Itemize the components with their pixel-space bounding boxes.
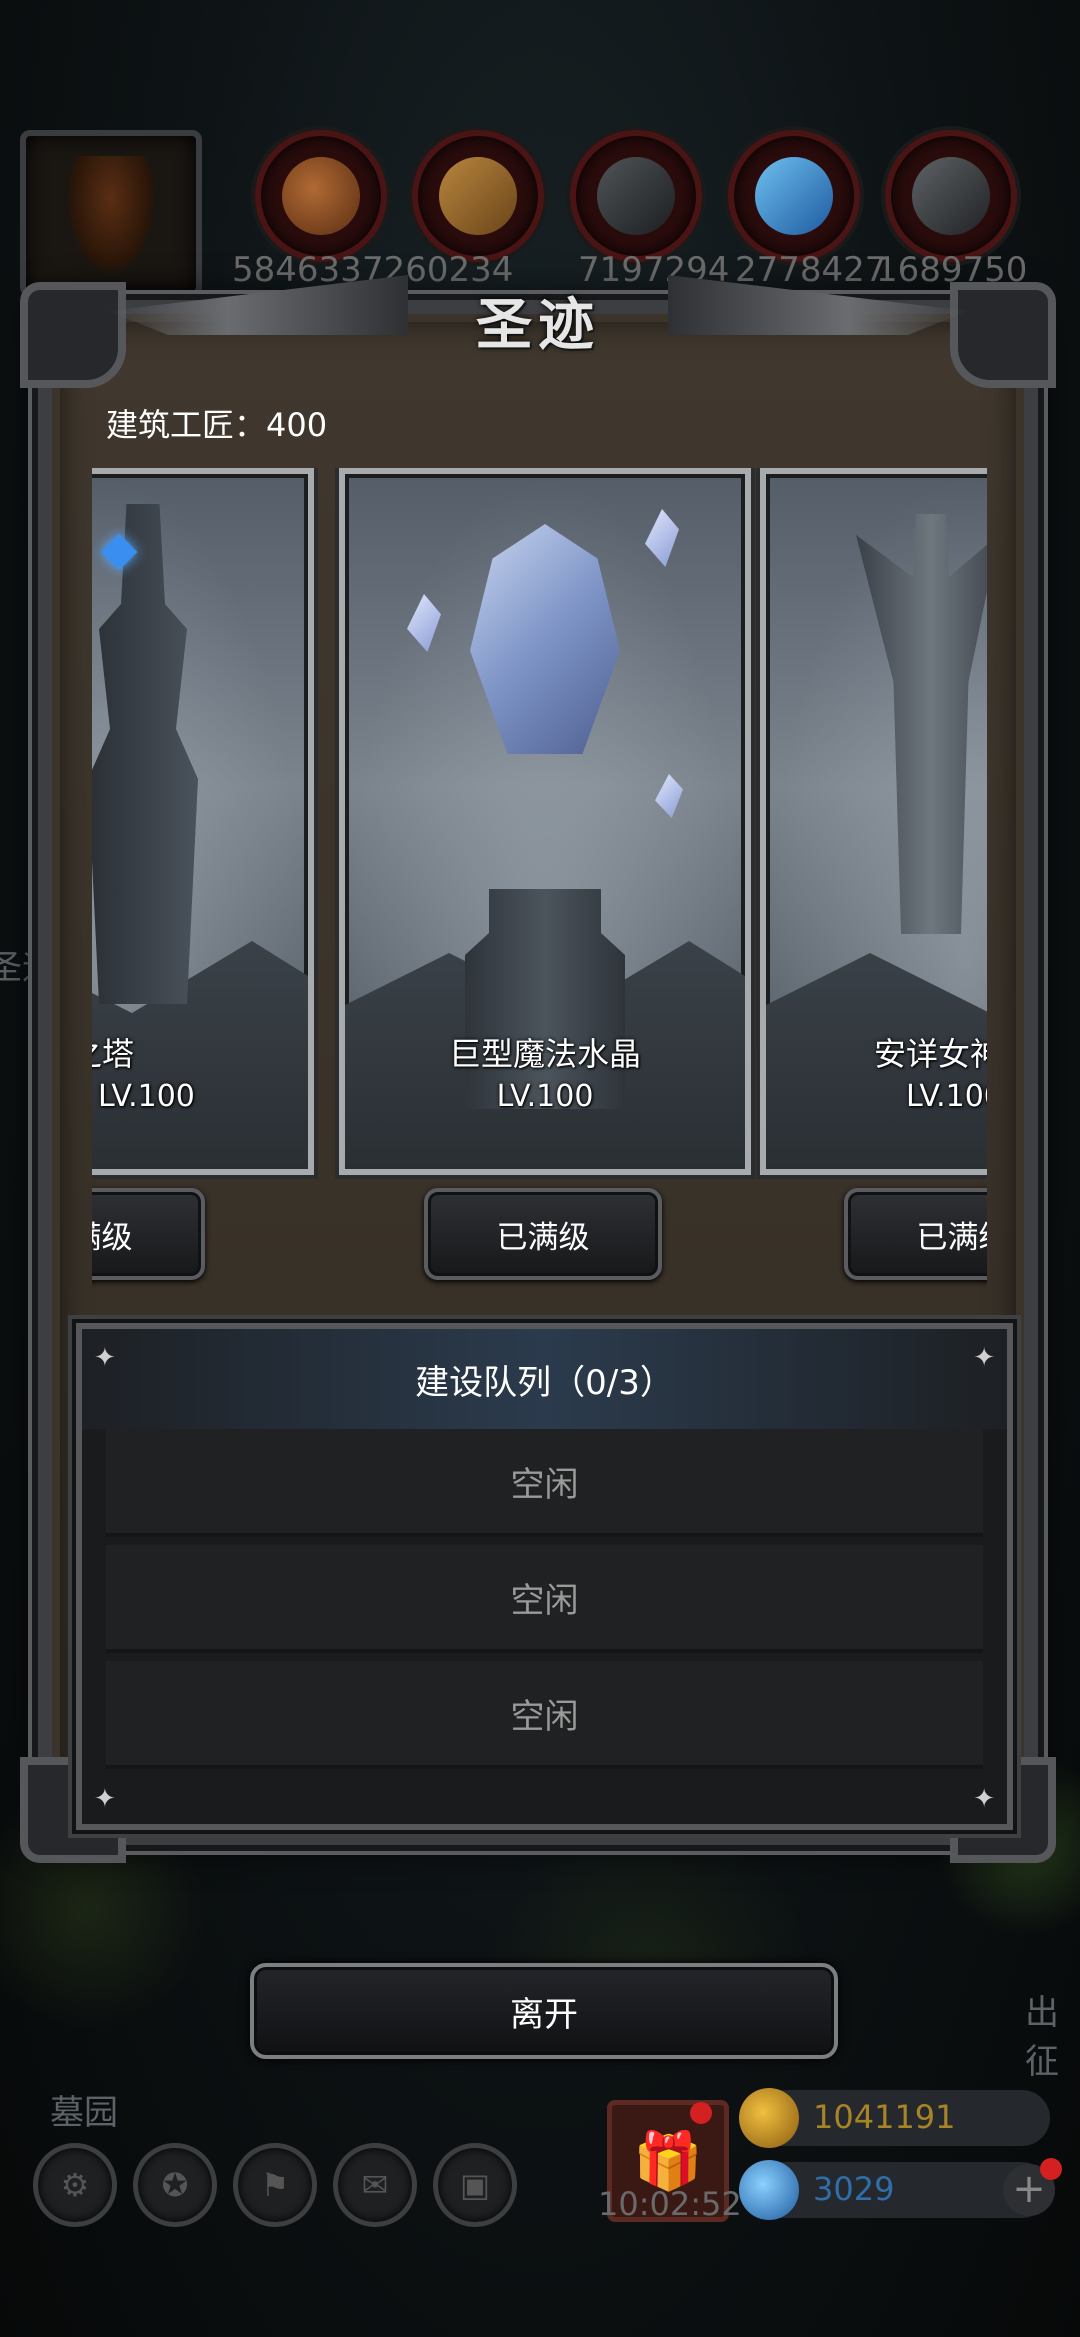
- card-max-level-button[interactable]: 已满级: [844, 1188, 987, 1280]
- building-card-crystal[interactable]: 巨型魔法水晶 LV.100: [339, 468, 751, 1175]
- sparkle-icon: ✦: [94, 1343, 116, 1373]
- card-name: 巨型魔法水晶: [448, 1035, 641, 1073]
- build-queue-slot[interactable]: 空闲: [106, 1661, 983, 1769]
- holy-relics-dialog: 圣迹 建筑工匠：400 西之塔 LV.100 已满级 巨型魔法水晶 LV.100…: [20, 275, 1056, 1863]
- gift-alert-dot: [690, 2102, 712, 2124]
- leather-icon: [282, 157, 360, 235]
- building-card-tower[interactable]: 西之塔 LV.100: [92, 468, 314, 1175]
- mail-icon[interactable]: ✉: [333, 2143, 417, 2227]
- card-level: LV.100: [98, 1079, 195, 1114]
- background-label-graveyard: 墓园: [50, 2093, 118, 2133]
- sparkle-icon: ✦: [94, 1784, 116, 1814]
- build-queue-slot[interactable]: 空闲: [106, 1429, 983, 1537]
- gem-alert-dot: [1040, 2158, 1062, 2180]
- card-name: 西之塔: [92, 1035, 135, 1073]
- gold-amount: 1041191: [813, 2098, 956, 2136]
- sparkle-icon: ✦: [973, 1343, 995, 1373]
- build-queue-panel: 建设队列（0/3） 空闲 空闲 空闲 ✦ ✦ ✦ ✦: [76, 1323, 1013, 1830]
- building-card-goddess[interactable]: 安详女神 LV.100: [760, 468, 987, 1175]
- iron-icon: [597, 157, 675, 235]
- leave-button[interactable]: 离开: [250, 1963, 838, 2059]
- resource-wood[interactable]: [412, 130, 544, 262]
- resource-steel[interactable]: [885, 130, 1017, 262]
- gem-icon: [739, 2160, 799, 2220]
- gold-coin-icon: [739, 2088, 799, 2148]
- banner-icon[interactable]: ⚑: [233, 2143, 317, 2227]
- card-level: LV.100: [496, 1079, 594, 1114]
- builder-count: 建筑工匠：400: [106, 406, 328, 444]
- resource-crystal[interactable]: [728, 130, 860, 262]
- gift-timer: 10:02:52: [598, 2185, 742, 2223]
- sparkle-icon: ✦: [973, 1784, 995, 1814]
- build-queue-title: 建设队列（0/3）: [82, 1329, 1007, 1429]
- avatar-figure: [66, 156, 156, 276]
- build-queue-slot[interactable]: 空闲: [106, 1545, 983, 1653]
- dialog-title: 圣迹: [476, 292, 600, 358]
- chest-icon[interactable]: ▣: [433, 2143, 517, 2227]
- settings-gear-icon[interactable]: ⚙: [33, 2143, 117, 2227]
- gem-amount: 3029: [813, 2170, 895, 2208]
- gold-counter[interactable]: 1041191: [739, 2088, 1050, 2148]
- steel-icon: [912, 157, 990, 235]
- background-label-right: 出征: [1025, 1993, 1059, 2082]
- card-name: 安详女神: [874, 1035, 987, 1073]
- card-max-level-button[interactable]: 已满级: [92, 1188, 205, 1280]
- resource-leather[interactable]: [255, 130, 387, 262]
- resource-iron[interactable]: [570, 130, 702, 262]
- crystal-icon: [755, 157, 833, 235]
- card-level: LV.100: [906, 1079, 987, 1114]
- card-max-level-button[interactable]: 已满级: [424, 1188, 662, 1280]
- star-medal-icon[interactable]: ✪: [133, 2143, 217, 2227]
- building-carousel[interactable]: 西之塔 LV.100 已满级 巨型魔法水晶 LV.100 已满级 安详女神 LV…: [92, 468, 987, 1323]
- wood-icon: [439, 157, 517, 235]
- crystal-pedestal: [465, 889, 625, 1109]
